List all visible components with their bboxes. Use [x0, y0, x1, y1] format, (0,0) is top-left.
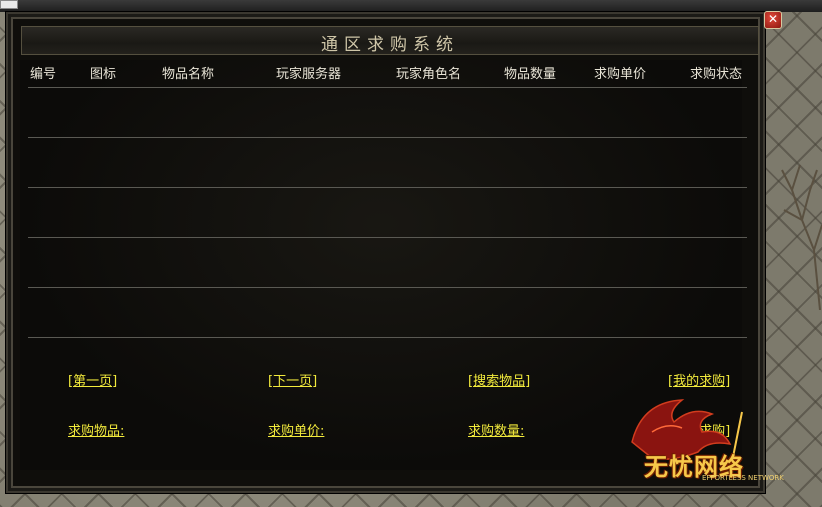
col-header-quantity: 物品数量	[504, 67, 557, 82]
col-header-status: 求购状态	[690, 67, 743, 82]
dead-tree-decoration	[781, 164, 822, 310]
table-row-divider	[28, 337, 747, 338]
col-header-character: 玩家角色名	[396, 67, 462, 82]
my-purchases-link[interactable]: 我的求购	[668, 370, 730, 389]
col-header-item-name: 物品名称	[162, 67, 215, 82]
table-row-divider	[28, 137, 747, 138]
first-page-link[interactable]: 第一页	[68, 370, 117, 389]
close-button[interactable]: ✕	[764, 11, 782, 29]
col-header-id: 编号	[30, 67, 57, 82]
table-row-divider	[28, 187, 747, 188]
search-items-link[interactable]: 搜索物品	[468, 370, 530, 389]
top-strip	[0, 0, 822, 12]
table-row-divider	[28, 87, 747, 88]
dialog-titlebar: 通区求购系统	[21, 26, 759, 55]
col-header-server: 玩家服务器	[276, 67, 342, 82]
window-corner-icon	[0, 0, 18, 9]
table-row-divider	[28, 237, 747, 238]
col-header-unit-price: 求购单价	[594, 67, 647, 82]
dialog-title: 通区求购系统	[321, 35, 459, 55]
item-field-label[interactable]: 求购物品:	[68, 420, 124, 439]
brand-logo: 无忧网络 EFFORTLESS NETWORK	[612, 392, 792, 486]
table-row-divider	[28, 287, 747, 288]
col-header-icon: 图标	[90, 67, 117, 82]
logo-subtitle: EFFORTLESS NETWORK	[702, 474, 784, 482]
price-field-label[interactable]: 求购单价:	[268, 420, 324, 439]
next-page-link[interactable]: 下一页	[268, 370, 317, 389]
quantity-field-label[interactable]: 求购数量:	[468, 420, 524, 439]
